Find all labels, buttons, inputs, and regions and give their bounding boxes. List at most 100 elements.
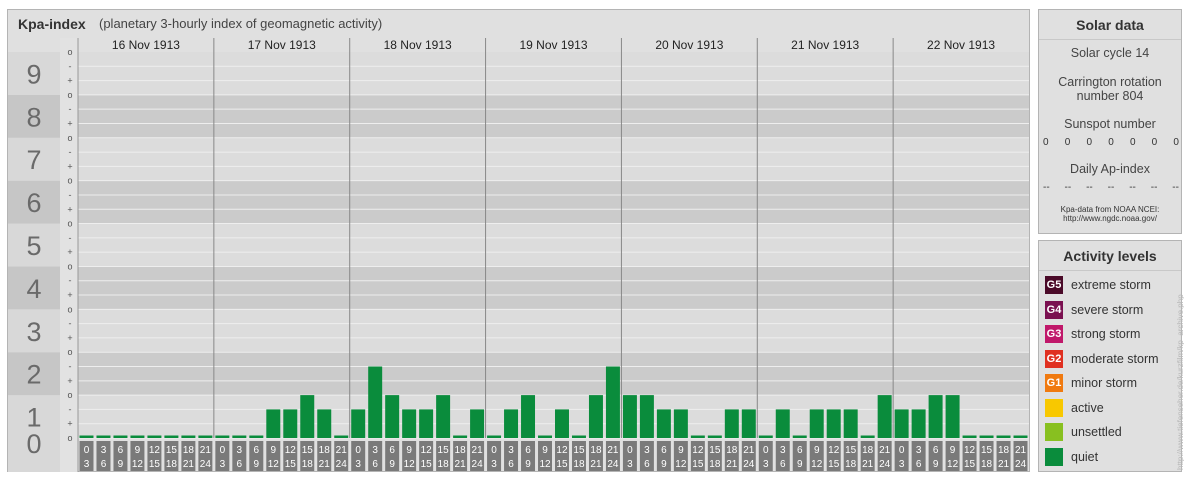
y-tick-label: 3 bbox=[26, 317, 41, 347]
kp-bar bbox=[130, 435, 145, 438]
ap-index-value: -- bbox=[1064, 182, 1072, 193]
interval-start-label: 21 bbox=[336, 445, 348, 456]
interval-start-label: 3 bbox=[372, 445, 378, 456]
interval-start-label: 9 bbox=[542, 445, 548, 456]
interval-start-label: 12 bbox=[556, 445, 568, 456]
interval-start-label: 18 bbox=[862, 445, 874, 456]
kp-bar bbox=[877, 395, 892, 438]
kp-bar bbox=[979, 435, 994, 438]
minor-tick-label: - bbox=[69, 190, 72, 200]
interval-end-label: 9 bbox=[254, 459, 260, 470]
interval-end-label: 15 bbox=[149, 459, 161, 470]
kp-bar bbox=[996, 435, 1011, 438]
interval-start-label: 15 bbox=[845, 445, 857, 456]
minor-tick-label: + bbox=[67, 161, 72, 171]
ap-index-value: -- bbox=[1107, 182, 1115, 193]
legend-swatch: G3 bbox=[1045, 325, 1063, 343]
day-label: 20 Nov 1913 bbox=[655, 38, 723, 52]
y-tick-label: 9 bbox=[26, 59, 41, 89]
kp-bar bbox=[945, 395, 960, 438]
interval-end-label: 3 bbox=[84, 459, 90, 470]
interval-start-label: 12 bbox=[285, 445, 297, 456]
day-label: 18 Nov 1913 bbox=[384, 38, 452, 52]
sunspot-value: 0 bbox=[1151, 137, 1158, 148]
kp-bar bbox=[962, 435, 977, 438]
kp-bar bbox=[283, 409, 298, 438]
legend-item: G5 extreme storm bbox=[1045, 275, 1151, 295]
minor-tick-label: - bbox=[69, 362, 72, 372]
sunspot-value: 0 bbox=[1129, 137, 1136, 148]
interval-start-label: 3 bbox=[644, 445, 650, 456]
interval-end-label: 6 bbox=[237, 459, 243, 470]
kp-bar bbox=[368, 366, 383, 438]
y-tick-label: 6 bbox=[26, 188, 41, 218]
y-tick-label: 7 bbox=[26, 145, 41, 175]
interval-end-label: 18 bbox=[302, 459, 314, 470]
ap-index-value: -- bbox=[1086, 182, 1093, 193]
interval-start-label: 15 bbox=[166, 445, 178, 456]
day-label: 16 Nov 1913 bbox=[112, 38, 180, 52]
kp-bar bbox=[860, 435, 875, 438]
kp-bar bbox=[113, 435, 128, 438]
interval-end-label: 15 bbox=[828, 459, 840, 470]
minor-tick-label: + bbox=[67, 419, 72, 429]
kp-bar bbox=[656, 409, 671, 438]
kp-bar bbox=[215, 435, 230, 438]
interval-end-label: 21 bbox=[726, 459, 738, 470]
kp-bar bbox=[538, 435, 552, 438]
legend-item: quiet bbox=[1045, 447, 1098, 467]
interval-start-label: 6 bbox=[797, 445, 803, 456]
sunspot-value: 0 bbox=[1173, 137, 1179, 148]
interval-end-label: 21 bbox=[862, 459, 874, 470]
legend-label: unsettled bbox=[1071, 425, 1122, 439]
interval-end-label: 18 bbox=[166, 459, 178, 470]
kp-band bbox=[78, 94, 1029, 138]
interval-start-label: 18 bbox=[183, 445, 195, 456]
minor-tick-label: o bbox=[67, 176, 72, 186]
kp-bar bbox=[521, 395, 536, 438]
minor-tick-label: o bbox=[67, 304, 72, 314]
carrington-rotation-line1: Carrington rotation bbox=[1058, 75, 1162, 89]
kp-band bbox=[78, 137, 1029, 181]
interval-end-label: 24 bbox=[472, 459, 484, 470]
sunspot-values: 0 0 0 0 0 0 0 bbox=[1043, 137, 1179, 148]
kp-bar bbox=[96, 435, 111, 438]
kp-bar bbox=[571, 435, 586, 438]
interval-end-label: 9 bbox=[933, 459, 939, 470]
kp-bar bbox=[487, 435, 502, 438]
kp-bar bbox=[1013, 435, 1028, 438]
interval-end-label: 3 bbox=[220, 459, 226, 470]
kp-bar bbox=[894, 409, 909, 438]
interval-start-label: 6 bbox=[389, 445, 395, 456]
y-tick-label: 8 bbox=[26, 102, 41, 132]
kp-bar bbox=[334, 435, 349, 438]
interval-end-label: 18 bbox=[573, 459, 585, 470]
data-source-link[interactable]: http://www.ngdc.noaa.gov/ bbox=[1039, 214, 1181, 224]
interval-end-label: 15 bbox=[421, 459, 433, 470]
kp-band bbox=[78, 52, 1029, 95]
solar-data-title: Solar data bbox=[1076, 17, 1144, 33]
kp-bar bbox=[266, 409, 281, 438]
interval-end-label: 24 bbox=[607, 459, 619, 470]
interval-end-label: 3 bbox=[627, 459, 633, 470]
kp-bar bbox=[605, 366, 620, 438]
interval-end-label: 12 bbox=[268, 459, 280, 470]
interval-end-label: 6 bbox=[780, 459, 786, 470]
kp-band bbox=[78, 266, 1029, 310]
kp-bar bbox=[724, 409, 739, 438]
interval-start-label: 3 bbox=[237, 445, 243, 456]
interval-start-label: 0 bbox=[627, 445, 633, 456]
minor-tick-label: - bbox=[69, 104, 72, 114]
kp-bar bbox=[436, 395, 451, 438]
y-tick-label: 4 bbox=[26, 274, 41, 304]
interval-end-label: 21 bbox=[319, 459, 331, 470]
interval-end-label: 6 bbox=[372, 459, 378, 470]
interval-start-label: 15 bbox=[981, 445, 993, 456]
kp-bar bbox=[181, 435, 196, 438]
sunspot-value: 0 bbox=[1043, 137, 1049, 148]
minor-tick-label: + bbox=[67, 247, 72, 257]
interval-end-label: 3 bbox=[899, 459, 905, 470]
kp-bar bbox=[351, 409, 366, 438]
minor-tick-label: o bbox=[67, 90, 72, 100]
kp-bar bbox=[707, 435, 722, 438]
